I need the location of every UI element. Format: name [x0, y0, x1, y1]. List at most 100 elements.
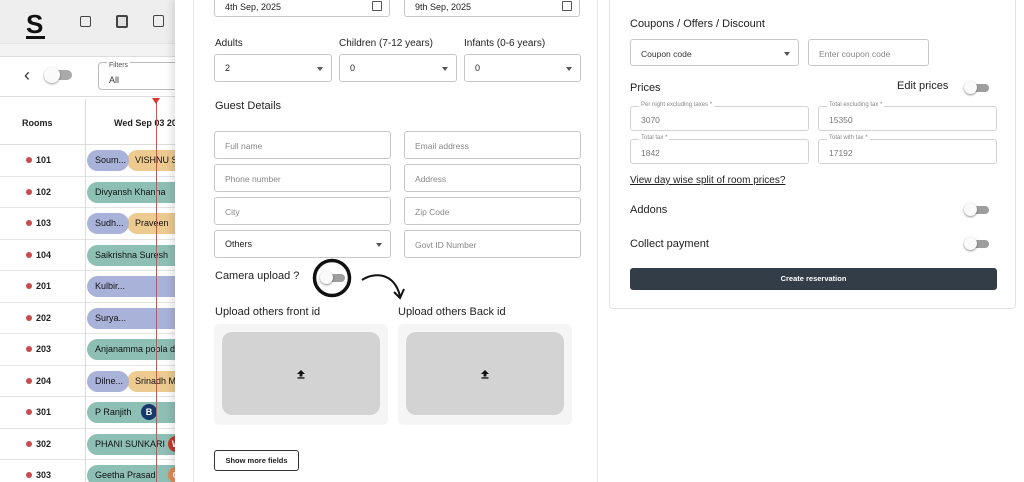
top-nav-bar: S — [0, 0, 200, 44]
collect-payment-toggle[interactable] — [964, 237, 989, 250]
total-excl-tax-field[interactable]: Total excluding tax * 15350 — [818, 102, 997, 131]
addons-toggle[interactable] — [964, 203, 989, 216]
room-row: 302PHANI SUNKARIW — [0, 429, 200, 460]
adults-select[interactable]: 2 — [214, 54, 332, 82]
total-tax-label: Total tax * — [639, 135, 670, 141]
booking-chip[interactable]: Dilne... — [87, 370, 129, 392]
chevron-down-icon — [376, 243, 382, 247]
chevron-left-icon[interactable]: ‹ — [24, 65, 30, 86]
checkin-date-field[interactable]: 4th Sep, 2025 — [214, 0, 390, 17]
room-number: 104 — [26, 250, 51, 260]
room-number: 102 — [26, 187, 51, 197]
guest-details-heading: Guest Details — [215, 100, 282, 112]
booking-source-badge: B — [141, 404, 157, 420]
upload-icon — [481, 370, 489, 379]
children-select[interactable]: 0 — [339, 54, 457, 82]
coupons-heading: Coupons / Offers / Discount — [630, 18, 765, 30]
id-type-value: Others — [225, 239, 253, 249]
per-night-value: 3070 — [641, 115, 660, 125]
calendar-icon[interactable] — [372, 1, 382, 11]
infants-select[interactable]: 0 — [464, 54, 581, 82]
upload-icon — [297, 370, 305, 379]
address-input[interactable]: Address — [404, 164, 581, 192]
back-id-dropzone[interactable] — [406, 332, 564, 415]
current-time-line — [156, 99, 157, 482]
calendar-toggle[interactable] — [44, 67, 72, 83]
create-reservation-button[interactable]: Create reservation — [630, 268, 997, 290]
edit-prices-toggle[interactable] — [964, 81, 989, 94]
zip-placeholder: Zip Code — [415, 207, 450, 217]
show-more-fields-button[interactable]: Show more fields — [214, 450, 299, 471]
chevron-down-icon — [566, 67, 572, 71]
govt-id-input[interactable]: Govt ID Number — [404, 230, 581, 258]
checkout-date-field[interactable]: 9th Sep, 2025 — [404, 0, 580, 17]
children-value: 0 — [350, 63, 356, 73]
room-row: 104 Saikrishna Suresh — [0, 240, 200, 271]
calendar-controls: ‹ Filters All — [0, 57, 200, 97]
total-with-tax-value: 17192 — [829, 148, 853, 158]
room-number: 204 — [26, 376, 51, 386]
annotation-arrow-icon — [361, 274, 405, 300]
current-time-marker — [152, 98, 160, 104]
camera-upload-label: Camera upload ? — [215, 270, 300, 282]
collect-payment-label: Collect payment — [630, 238, 709, 250]
children-label: Children (7-12 years) — [339, 38, 433, 49]
coupon-select-value: Coupon code — [641, 49, 692, 59]
adults-value: 2 — [225, 63, 231, 73]
room-number: 301 — [26, 407, 51, 417]
total-with-tax-field[interactable]: Total with tax * 17192 — [818, 135, 997, 164]
adults-label: Adults — [215, 38, 243, 49]
email-input[interactable]: Email address — [404, 131, 581, 159]
app-root: S ‹ Filters All Rooms Wed Sep 03 20 101 S… — [0, 0, 1024, 482]
day-wise-split-link[interactable]: View day wise split of room prices? — [630, 175, 785, 186]
front-id-dropzone[interactable] — [222, 332, 380, 415]
room-number: 202 — [26, 313, 51, 323]
coupon-code-select[interactable]: Coupon code — [630, 39, 799, 66]
total-tax-field[interactable]: Total tax * 1842 — [630, 135, 809, 164]
summary-panel: Coupons / Offers / Discount Coupon code … — [609, 0, 1016, 309]
govt-id-placeholder: Govt ID Number — [415, 240, 477, 250]
phone-placeholder: Phone number — [225, 174, 281, 184]
front-id-upload[interactable] — [214, 324, 388, 425]
room-row: 303Geetha PrasadG — [0, 460, 200, 482]
room-row: 101Soum...VISHNU S — [0, 145, 200, 177]
id-type-select[interactable]: Others — [214, 230, 391, 258]
calendar-icon[interactable] — [116, 15, 128, 28]
booking-chip[interactable]: Sudh... — [87, 213, 129, 234]
calendar-header: Rooms Wed Sep 03 20 — [0, 99, 200, 145]
chevron-down-icon — [784, 52, 790, 56]
phone-input[interactable]: Phone number — [214, 164, 391, 192]
grid-icon[interactable] — [80, 16, 91, 27]
room-row: 203 Anjanamma poola d — [0, 334, 200, 366]
checklist-icon[interactable] — [153, 15, 164, 27]
back-id-label: Upload others Back id — [398, 306, 506, 318]
annotation-circle — [312, 258, 352, 298]
app-logo[interactable]: S — [26, 9, 46, 40]
addons-label: Addons — [630, 204, 668, 216]
infants-label: Infants (0-6 years) — [464, 38, 546, 49]
booking-chip[interactable]: Soum... — [87, 150, 129, 171]
city-placeholder: City — [225, 207, 240, 217]
room-number: 201 — [26, 281, 51, 291]
guest-form-column: 4th Sep, 2025 9th Sep, 2025 Adults Child… — [193, 0, 598, 482]
coupon-input-placeholder: Enter coupon code — [819, 49, 891, 59]
total-with-tax-label: Total with tax * — [827, 135, 870, 141]
total-tax-value: 1842 — [641, 148, 660, 158]
prices-heading: Prices — [630, 82, 661, 94]
city-input[interactable]: City — [214, 197, 391, 225]
room-number: 203 — [26, 344, 51, 354]
calendar-icon[interactable] — [562, 1, 572, 11]
calendar-background: S ‹ Filters All Rooms Wed Sep 03 20 101 S… — [0, 0, 200, 482]
room-row: 204 Dilne... Srinadh M — [0, 366, 200, 397]
calendar-grid: ‹ Filters All Rooms Wed Sep 03 20 101 Sou… — [0, 56, 200, 482]
fullname-input[interactable]: Full name — [214, 131, 391, 159]
coupon-code-input[interactable]: Enter coupon code — [808, 39, 929, 66]
date-header: Wed Sep 03 20 — [114, 118, 177, 128]
checkout-date-value: 9th Sep, 2025 — [415, 2, 472, 12]
room-row: 301 P Ranjith B — [0, 397, 200, 429]
per-night-price-field[interactable]: Per night excluding taxes * 3070 — [630, 102, 809, 131]
zip-input[interactable]: Zip Code — [404, 197, 581, 225]
address-placeholder: Address — [415, 174, 447, 184]
create-reservation-panel: 4th Sep, 2025 9th Sep, 2025 Adults Child… — [175, 0, 1024, 482]
back-id-upload[interactable] — [398, 324, 572, 425]
